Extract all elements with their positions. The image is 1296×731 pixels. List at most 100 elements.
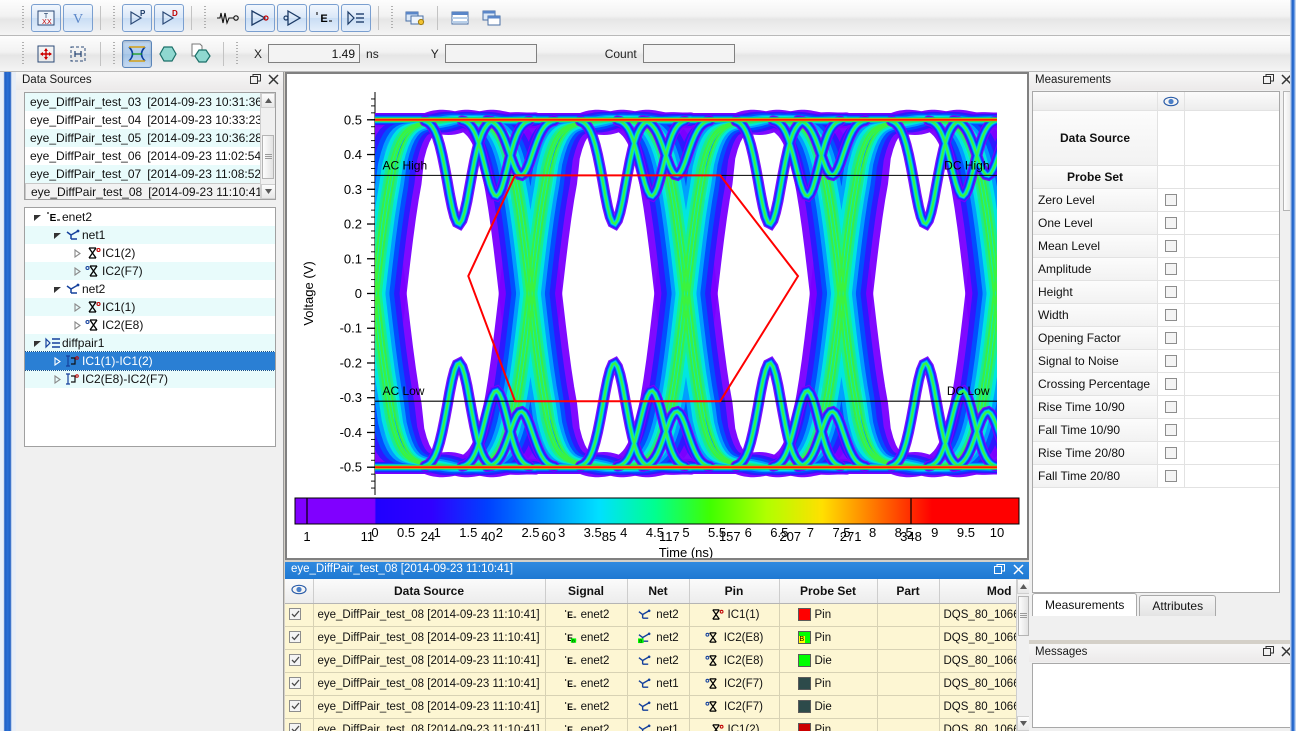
toolbar-grip[interactable] bbox=[388, 4, 396, 31]
data-source-item[interactable]: eye_DiffPair_test_06 [2014-09-23 11:02:54… bbox=[25, 147, 275, 165]
toolbar-grip[interactable] bbox=[110, 40, 118, 67]
measurement-checkbox[interactable] bbox=[1158, 327, 1185, 349]
data-source-item[interactable]: eye_DiffPair_test_08 [2014-09-23 11:10:41… bbox=[25, 183, 275, 199]
checkbox[interactable] bbox=[1165, 378, 1177, 390]
checkbox[interactable] bbox=[1165, 470, 1177, 482]
tree-expander[interactable] bbox=[71, 320, 84, 330]
tree-item[interactable]: net2 bbox=[25, 280, 275, 298]
measurement-checkbox[interactable] bbox=[1158, 350, 1185, 372]
expander-collapsed-icon[interactable] bbox=[53, 356, 62, 366]
eye-diagram-icon[interactable] bbox=[122, 39, 152, 68]
measurement-row[interactable]: Amplitude bbox=[1033, 258, 1279, 281]
data-sources-list[interactable]: eye_DiffPair_test_03 [2014-09-23 10:31:36… bbox=[24, 92, 276, 200]
measurement-row[interactable]: Crossing Percentage bbox=[1033, 373, 1279, 396]
tree-item[interactable]: net1 bbox=[25, 226, 275, 244]
row-visibility-cell[interactable] bbox=[285, 603, 314, 627]
column-header[interactable]: Pin bbox=[689, 579, 780, 604]
measurement-checkbox[interactable] bbox=[1158, 465, 1185, 487]
checkbox[interactable] bbox=[1165, 447, 1177, 459]
tab-measurements[interactable]: Measurements bbox=[1032, 593, 1138, 616]
tree-expander[interactable] bbox=[71, 266, 84, 276]
tree-expander[interactable] bbox=[51, 231, 64, 240]
tab-attributes[interactable]: Attributes bbox=[1139, 595, 1217, 616]
tree-expander[interactable] bbox=[71, 302, 84, 312]
expander-collapsed-icon[interactable] bbox=[73, 248, 82, 258]
data-source-item[interactable]: eye_DiffPair_test_04 [2014-09-23 10:33:23… bbox=[25, 111, 275, 129]
cascade-windows-icon[interactable] bbox=[477, 4, 507, 32]
checkbox[interactable] bbox=[1165, 309, 1177, 321]
checkbox[interactable] bbox=[289, 608, 301, 620]
expander-expanded-icon[interactable] bbox=[33, 213, 42, 222]
data-source-item[interactable]: eye_DiffPair_test_05 [2014-09-23 10:36:28… bbox=[25, 129, 275, 147]
measurement-header-row[interactable]: Probe Set bbox=[1033, 166, 1279, 189]
step-forward-icon[interactable] bbox=[277, 3, 307, 32]
checkbox[interactable] bbox=[1165, 263, 1177, 275]
checkbox[interactable] bbox=[289, 700, 301, 712]
measurement-row[interactable]: Signal to Noise bbox=[1033, 350, 1279, 373]
undock-icon[interactable] bbox=[1263, 74, 1274, 85]
expander-collapsed-icon[interactable] bbox=[73, 266, 82, 276]
checkbox[interactable] bbox=[1165, 286, 1177, 298]
run-simulation-icon[interactable] bbox=[245, 3, 275, 32]
voltage-icon[interactable]: V bbox=[63, 3, 93, 32]
report-list-icon[interactable] bbox=[341, 3, 371, 32]
table-row[interactable]: eye_DiffPair_test_08 [2014-09-23 11:10:4… bbox=[285, 695, 1017, 719]
mask-copy-icon[interactable] bbox=[186, 40, 216, 68]
measurement-row[interactable]: Rise Time 20/80 bbox=[1033, 442, 1279, 465]
tree-expander[interactable] bbox=[31, 339, 44, 348]
measurement-checkbox[interactable] bbox=[1158, 419, 1185, 441]
table-row[interactable]: eye_DiffPair_test_08 [2014-09-23 11:10:4… bbox=[285, 603, 1017, 627]
checkbox[interactable] bbox=[1165, 355, 1177, 367]
table-row[interactable]: eye_DiffPair_test_08 [2014-09-23 11:10:4… bbox=[285, 626, 1017, 650]
column-header[interactable]: Probe Set bbox=[779, 579, 878, 604]
expander-collapsed-icon[interactable] bbox=[53, 374, 62, 384]
measurement-row[interactable]: Height bbox=[1033, 281, 1279, 304]
tree-item[interactable]: Eenet2 bbox=[25, 208, 275, 226]
measurement-row[interactable]: Zero Level bbox=[1033, 189, 1279, 212]
close-icon[interactable] bbox=[1013, 564, 1024, 575]
column-header[interactable] bbox=[285, 579, 314, 604]
checkbox[interactable] bbox=[1165, 217, 1177, 229]
probe-p-icon[interactable]: P bbox=[122, 3, 152, 32]
expander-collapsed-icon[interactable] bbox=[73, 320, 82, 330]
checkbox[interactable] bbox=[289, 654, 301, 666]
column-header[interactable]: Net bbox=[627, 579, 690, 604]
mask-icon[interactable] bbox=[154, 40, 184, 68]
toolbar-grip[interactable] bbox=[233, 40, 241, 67]
measurement-row[interactable]: Width bbox=[1033, 304, 1279, 327]
signals-table-scroll-area[interactable]: Data Source Signal Net Pin Probe Set Part Mod … bbox=[285, 579, 1029, 731]
data-source-item[interactable]: eye_DiffPair_test_03 [2014-09-23 10:31:36… bbox=[25, 93, 275, 111]
transition-xy-icon[interactable]: T X X bbox=[31, 3, 61, 32]
scroll-up-icon[interactable] bbox=[261, 93, 275, 108]
measurement-checkbox[interactable] bbox=[1158, 396, 1185, 418]
measurement-row[interactable]: One Level bbox=[1033, 212, 1279, 235]
measurement-checkbox[interactable] bbox=[1158, 258, 1185, 280]
undock-icon[interactable] bbox=[250, 74, 261, 85]
scroll-down-icon[interactable] bbox=[1017, 716, 1029, 731]
scroll-down-icon[interactable] bbox=[261, 184, 275, 199]
undock-icon[interactable] bbox=[1263, 646, 1274, 657]
toolbar-grip[interactable] bbox=[201, 4, 209, 31]
data-sources-scrollbar[interactable] bbox=[260, 93, 275, 199]
tree-item[interactable]: IC2(F7) bbox=[25, 262, 275, 280]
tree-expander[interactable] bbox=[51, 285, 64, 294]
measurement-checkbox[interactable] bbox=[1158, 212, 1185, 234]
x-field[interactable]: 1.49 bbox=[268, 44, 361, 63]
row-visibility-cell[interactable] bbox=[285, 649, 314, 673]
tree-expander[interactable] bbox=[51, 356, 64, 366]
eye-mask-e-icon[interactable]: E bbox=[309, 3, 339, 32]
y-field[interactable] bbox=[444, 44, 537, 63]
table-row[interactable]: eye_DiffPair_test_08 [2014-09-23 11:10:4… bbox=[285, 649, 1017, 673]
messages-body[interactable] bbox=[1032, 663, 1293, 728]
tree-item[interactable]: IC1(1)-IC1(2) bbox=[25, 351, 275, 371]
eye-diagram-plot[interactable]: 0.5 0.4 0.3 0.2 0.1 0 -0.1 -0.2 -0.3 -0.4 -0.5 Volt… bbox=[287, 74, 1027, 560]
toolbar-grip[interactable] bbox=[110, 4, 118, 31]
signals-table-scrollbar[interactable] bbox=[1016, 579, 1029, 731]
measurement-row[interactable]: Opening Factor bbox=[1033, 327, 1279, 350]
column-header[interactable]: Signal bbox=[545, 579, 628, 604]
row-visibility-cell[interactable] bbox=[285, 695, 314, 719]
scrollbar-thumb[interactable] bbox=[1018, 596, 1029, 636]
zoom-fit-icon[interactable] bbox=[31, 40, 61, 68]
tree-expander[interactable] bbox=[71, 248, 84, 258]
checkbox[interactable] bbox=[289, 677, 301, 689]
